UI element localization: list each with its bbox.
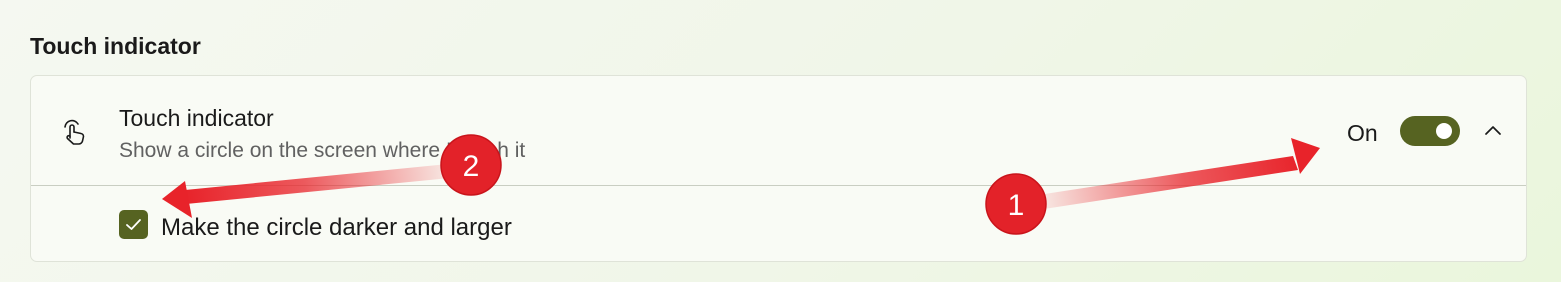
- touch-indicator-toggle[interactable]: [1400, 116, 1460, 146]
- touch-hand-icon: [61, 118, 87, 146]
- toggle-knob: [1436, 123, 1452, 139]
- darker-larger-option[interactable]: Make the circle darker and larger: [31, 186, 1526, 261]
- touch-indicator-title: Touch indicator: [119, 105, 274, 131]
- checkmark-icon: [126, 219, 141, 230]
- section-title: Touch indicator: [30, 33, 201, 59]
- touch-indicator-description: Show a circle on the screen where I touc…: [119, 139, 526, 162]
- chevron-up-icon[interactable]: [1482, 120, 1504, 142]
- touch-indicator-card: Touch indicator Show a circle on the scr…: [30, 75, 1527, 262]
- touch-indicator-header[interactable]: Touch indicator Show a circle on the scr…: [31, 76, 1526, 186]
- darker-larger-checkbox[interactable]: [119, 210, 148, 239]
- darker-larger-label: Make the circle darker and larger: [161, 214, 512, 241]
- toggle-state-label: On: [1347, 120, 1378, 146]
